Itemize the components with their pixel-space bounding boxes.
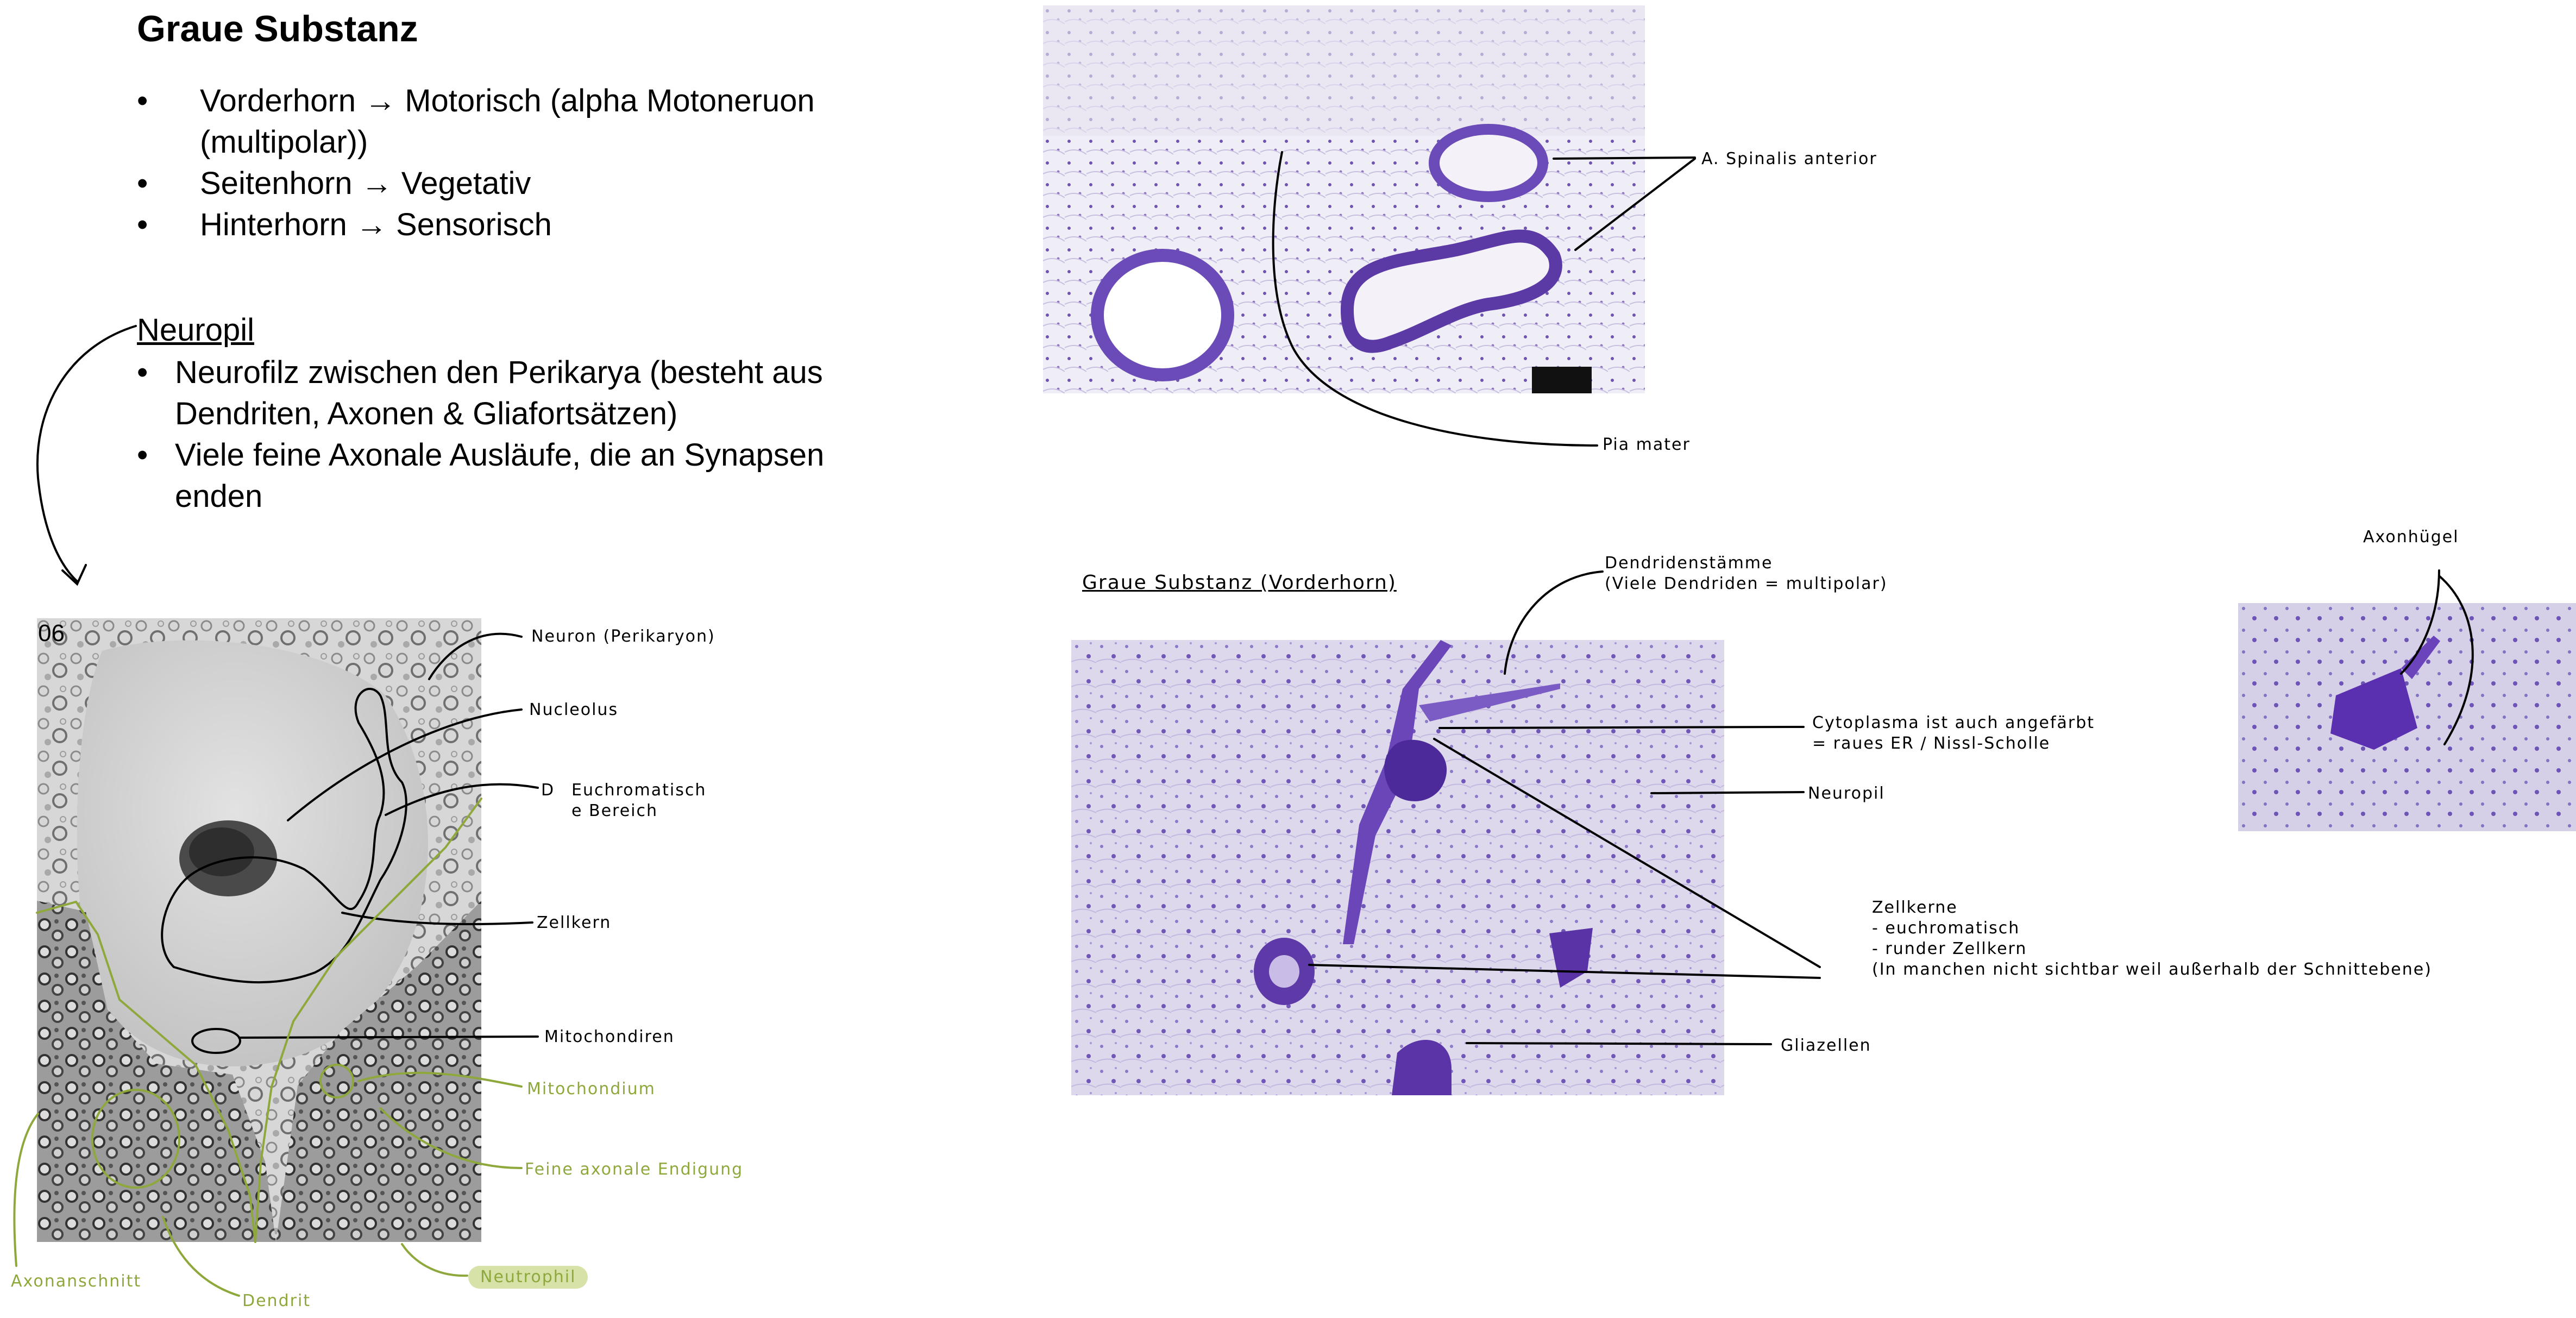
green-annotation-lines — [13, 798, 523, 1297]
dendrit-outline-right — [254, 798, 482, 1243]
mitochondrion-outline — [191, 1028, 241, 1054]
leader-mitochondiren — [238, 1035, 539, 1039]
leader-zellkerne-1 — [1433, 738, 1821, 968]
leader-euchromatisch — [385, 783, 539, 816]
leader-gliazellen — [1466, 1042, 1772, 1045]
leader-axonhuegel-2 — [2438, 575, 2474, 745]
leader-dendrit — [162, 1216, 240, 1297]
nucleus-outline — [161, 688, 407, 984]
leader-neutrophil — [401, 1243, 468, 1277]
leader-neuropil — [1650, 791, 1805, 794]
neuropil-arrow-line — [36, 325, 137, 582]
annotation-lines — [13, 151, 2474, 1297]
leader-zellkerne-2 — [1308, 964, 1821, 979]
leader-axonanschnitt — [13, 1113, 39, 1267]
dendrit-outline-left — [36, 900, 256, 1243]
leader-neuron — [428, 632, 523, 680]
leader-spinalis-2 — [1574, 158, 1696, 251]
leader-cytoplasma — [1438, 726, 1805, 729]
leader-mitochondium — [357, 1071, 523, 1088]
leader-axonale-endigung — [379, 1107, 523, 1169]
leader-spinalis-1 — [1553, 156, 1696, 160]
leader-nucleolus — [287, 708, 523, 821]
mitochondrium-outline — [319, 1064, 354, 1099]
axon-outline — [91, 1089, 180, 1189]
black-annotation-lines — [36, 151, 2474, 1054]
leader-pia-mater — [1272, 151, 1598, 447]
leader-dendriden — [1504, 570, 1604, 675]
leader-axonhuegel-1 — [2400, 569, 2440, 675]
